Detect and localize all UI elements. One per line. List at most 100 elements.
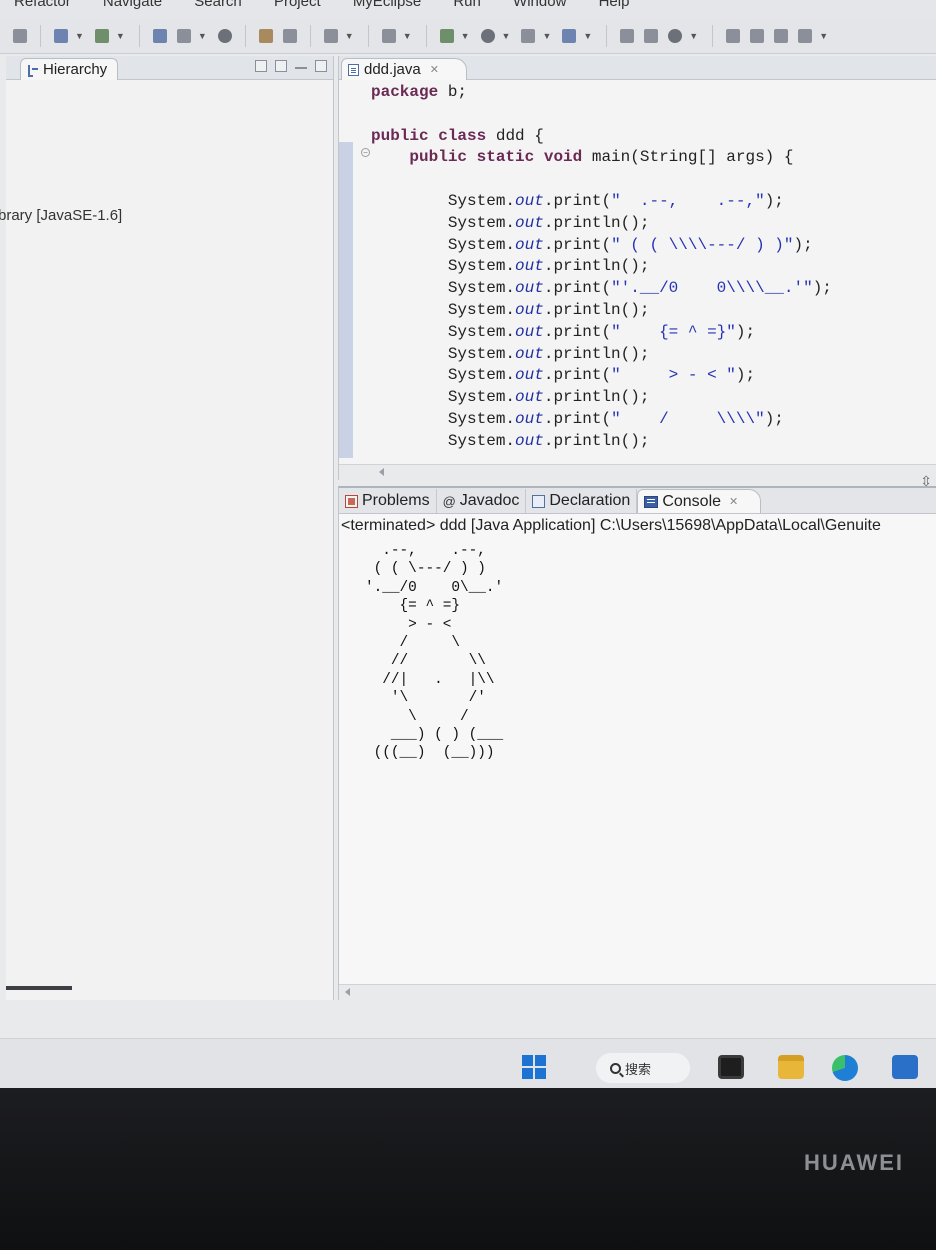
team-icon[interactable] [747, 26, 767, 46]
toolbar: ▼ ▼ ▼ ▼ ▼ ▼ ▼ ▼ ▼ ▼ ▼ [0, 18, 936, 54]
console-horizontal-scrollbar[interactable] [339, 984, 936, 1000]
chevron-down-icon[interactable]: ▼ [345, 31, 354, 41]
tab-problems-label: Problems [362, 492, 430, 509]
menu-help[interactable]: Help [585, 0, 644, 10]
horizontal-scrollbar[interactable] [6, 986, 72, 990]
maximize-icon[interactable] [315, 60, 327, 72]
chevron-down-icon[interactable]: ▼ [689, 31, 698, 41]
edge-browser-icon[interactable] [832, 1055, 858, 1081]
terminal-icon[interactable] [718, 1055, 744, 1079]
deploy-icon[interactable] [174, 26, 194, 46]
hierarchy-icon [27, 64, 39, 77]
search-icon[interactable] [559, 26, 579, 46]
console-tab-bar: Problems @ Javadoc Declaration Console ✕ [339, 488, 936, 514]
tab-declaration[interactable]: Declaration [526, 489, 638, 513]
editor-horizontal-scrollbar[interactable] [339, 464, 936, 480]
tree-item-jre-library[interactable]: brary [JavaSE-1.6] [0, 207, 122, 224]
team-icon[interactable] [723, 26, 743, 46]
toolbar-separator [606, 24, 608, 47]
windows-start-icon[interactable] [522, 1055, 546, 1079]
server-icon[interactable] [150, 26, 170, 46]
menu-run[interactable]: Run [439, 0, 495, 10]
menu-navigate[interactable]: Navigate [89, 0, 176, 10]
editor-tab-bar: ddd.java ✕ [339, 56, 936, 80]
console-status: <terminated> ddd [Java Application] C:\U… [341, 517, 881, 534]
tab-javadoc[interactable]: @ Javadoc [437, 489, 527, 513]
chevron-down-icon[interactable]: ▼ [116, 31, 125, 41]
brand-logo: HUAWEI [804, 1150, 904, 1175]
tab-declaration-label: Declaration [549, 492, 631, 509]
browser-icon[interactable] [215, 26, 235, 46]
chevron-down-icon[interactable]: ▼ [819, 31, 828, 41]
console-output[interactable]: .--, .--, ( ( \---/ ) ) '.__/0 0\__.' {=… [365, 542, 503, 763]
chevron-down-icon[interactable]: ▼ [583, 31, 592, 41]
laptop-bezel: HUAWEI [0, 1088, 936, 1250]
taskbar-search-button[interactable]: 搜索 [596, 1053, 690, 1083]
taskbar: 搜索 [0, 1038, 936, 1088]
menu-project[interactable]: Project [260, 0, 335, 10]
toolbar-separator [367, 24, 369, 47]
javadoc-icon: @ [442, 493, 456, 509]
toolbar-separator [309, 24, 311, 47]
class-icon[interactable] [321, 26, 341, 46]
console-icon [644, 495, 659, 508]
java-file-icon [348, 63, 359, 76]
toolbar-separator [244, 24, 246, 47]
external-tools-icon[interactable] [518, 26, 538, 46]
toolbar-separator [712, 24, 714, 47]
hierarchy-tab-bar: Hierarchy [6, 56, 333, 80]
code-editor: ddd.java ✕ − package b; public class ddd… [338, 56, 936, 489]
menu-refactor[interactable]: Refactor [0, 0, 85, 10]
source-code[interactable]: package b; public class ddd { public sta… [371, 82, 832, 453]
toolbar-separator [40, 24, 41, 47]
tab-ddd-java-label: ddd.java [364, 61, 421, 78]
chevron-down-icon[interactable]: ▼ [75, 31, 84, 41]
window-icon[interactable] [379, 26, 399, 46]
editor-gutter [339, 142, 353, 458]
tab-console-label: Console [662, 492, 722, 510]
chevron-down-icon[interactable]: ▼ [198, 31, 207, 41]
collapse-all-icon[interactable] [255, 60, 267, 72]
menu-search[interactable]: Search [180, 0, 256, 10]
grid-icon[interactable] [641, 26, 661, 46]
pen-icon[interactable] [795, 26, 815, 46]
minimize-icon[interactable] [295, 67, 307, 69]
menu-window[interactable]: Window [499, 0, 580, 10]
debug-icon[interactable] [51, 26, 71, 46]
menu-myeclipse[interactable]: MyEclipse [339, 0, 435, 10]
bug-icon[interactable] [437, 26, 457, 46]
store-icon[interactable] [892, 1055, 918, 1079]
settings-icon[interactable] [665, 26, 685, 46]
search-icon [610, 1062, 621, 1074]
close-icon[interactable]: ✕ [430, 63, 439, 76]
toolbar-separator [425, 24, 427, 47]
chevron-down-icon[interactable]: ▼ [542, 31, 551, 41]
package-icon[interactable] [280, 26, 300, 46]
fold-icon[interactable]: − [361, 148, 370, 157]
problems-icon [345, 494, 358, 508]
team-icon[interactable] [771, 26, 791, 46]
chevron-down-icon[interactable]: ▼ [461, 31, 470, 41]
screen: Refactor Navigate Search Project MyEclip… [0, 0, 936, 1088]
scroll-left-arrow-icon[interactable] [379, 468, 384, 476]
file-explorer-icon[interactable] [778, 1055, 804, 1079]
java-icon[interactable] [256, 26, 276, 46]
console-panel: Problems @ Javadoc Declaration Console ✕… [338, 486, 936, 1000]
tab-ddd-java[interactable]: ddd.java ✕ [341, 58, 467, 80]
tab-console[interactable]: Console ✕ [637, 489, 762, 513]
scroll-left-arrow-icon[interactable] [345, 988, 350, 996]
close-icon[interactable]: ✕ [729, 495, 738, 508]
tab-hierarchy-label: Hierarchy [43, 61, 108, 78]
taskbar-search-label: 搜索 [625, 1061, 652, 1077]
tab-hierarchy[interactable]: Hierarchy [20, 58, 119, 80]
play-icon[interactable] [478, 26, 498, 46]
build-icon[interactable] [617, 26, 637, 46]
toolbar-separator [138, 24, 140, 47]
run-icon[interactable] [92, 26, 112, 46]
new-icon[interactable] [10, 26, 30, 46]
tab-problems[interactable]: Problems [339, 489, 437, 513]
link-editor-icon[interactable] [275, 60, 287, 72]
chevron-down-icon[interactable]: ▼ [502, 31, 511, 41]
chevron-down-icon[interactable]: ▼ [403, 31, 412, 41]
menu-bar: Refactor Navigate Search Project MyEclip… [0, 0, 936, 18]
